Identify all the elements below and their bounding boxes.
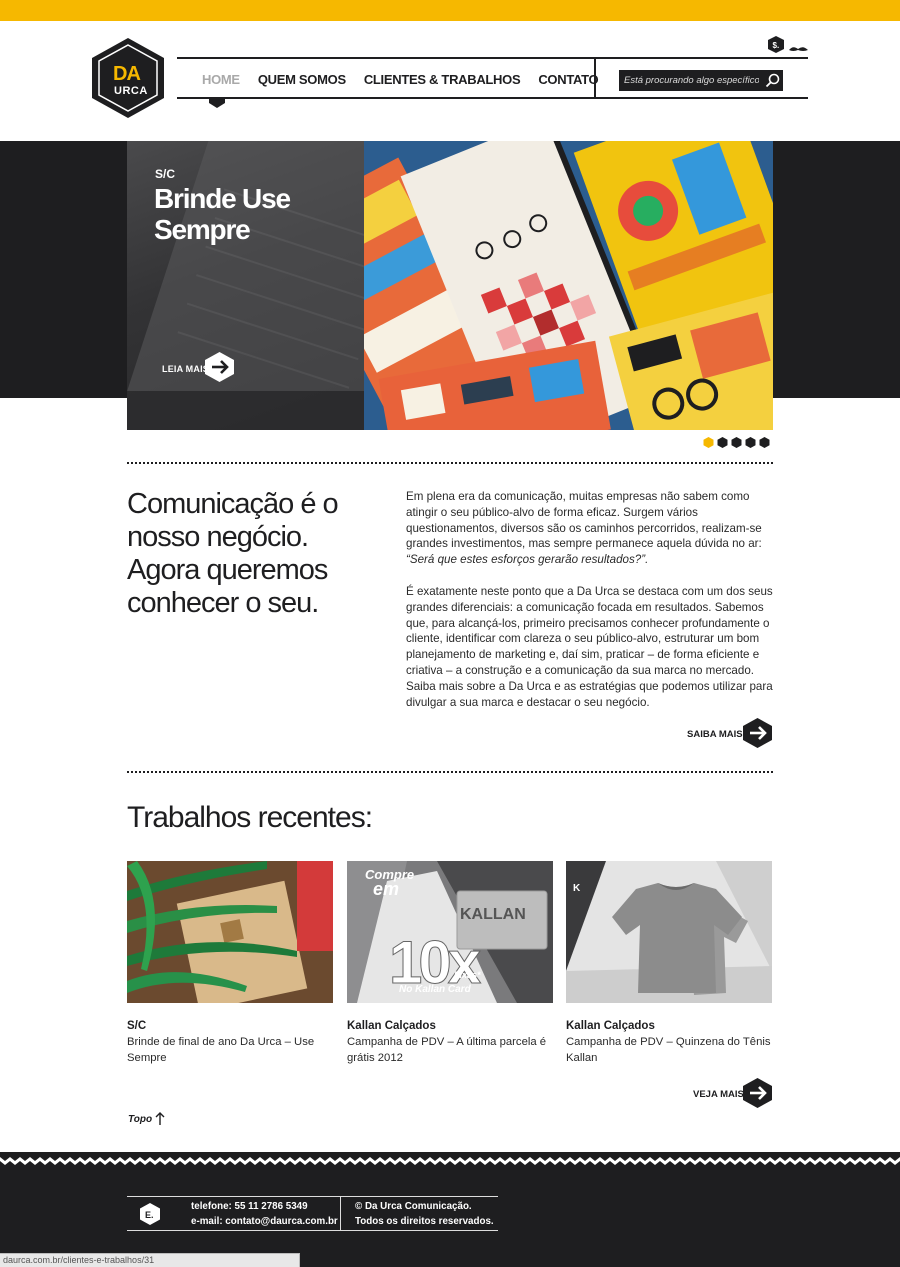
nav-quem-somos[interactable]: QUEM SOMOS <box>258 72 346 87</box>
footer-copyright: © Da Urca Comunicação. Todos os direitos… <box>355 1199 494 1229</box>
browser-status-bar: daurca.com.br/clientes-e-trabalhos/31 <box>0 1253 300 1267</box>
slide-title: Brinde Use Sempre <box>154 183 291 245</box>
svg-text:$.: $. <box>773 41 780 50</box>
work-card[interactable]: KALLAN Compre em 10x Fixas* No Kallan Ca… <box>347 861 553 1066</box>
footer-badge-letter: E. <box>145 1210 154 1220</box>
search-input[interactable] <box>619 70 759 91</box>
work-card[interactable]: S/C Brinde de final de ano Da Urca – Use… <box>127 861 333 1066</box>
nav-contato[interactable]: CONTATO <box>538 72 598 87</box>
nav-rule-bottom <box>177 97 808 99</box>
work-thumbnail-image-3: K <box>566 861 772 1003</box>
footer-phone: telefone: 55 11 2786 5349 <box>191 1201 308 1212</box>
intro-paragraph-1-text: Em plena era da comunicação, muitas empr… <box>406 490 762 551</box>
svg-text:DA: DA <box>113 63 140 85</box>
slider-dot-5[interactable] <box>759 437 770 448</box>
footer-copyright-line-2: Todos os direitos reservados. <box>355 1216 494 1227</box>
fixas-text: Fixas* <box>454 970 481 980</box>
work-thumbnail[interactable] <box>127 861 333 1003</box>
kallan-card-line: No Kallan Card <box>399 984 472 995</box>
work-description: Campanha de PDV – A última parcela é grá… <box>347 1036 547 1064</box>
footer-rule-bottom <box>127 1230 498 1231</box>
work-card[interactable]: K Kallan Calçados Campanha de PDV – Quin… <box>566 861 772 1066</box>
kallan-card-brand: KALLAN <box>460 906 526 923</box>
work-client: Kallan Calçados <box>566 1020 655 1032</box>
intro-headline: Comunicação é o nosso negócio. Agora que… <box>127 488 339 619</box>
section-divider <box>127 771 773 773</box>
nav-active-indicator <box>209 99 225 108</box>
slider-pagination <box>703 437 770 448</box>
intro-quote: “Será que estes esforços gerarão resulta… <box>406 553 649 567</box>
main-nav: HOME QUEM SOMOS CLIENTES & TRABALHOS CON… <box>202 72 616 87</box>
top-icons: $. <box>768 36 808 53</box>
work-thumbnail-image-2: KALLAN Compre em 10x Fixas* No Kallan Ca… <box>347 861 553 1003</box>
footer-rule-top <box>127 1196 498 1197</box>
veja-mais-arrow-icon[interactable] <box>741 1077 774 1109</box>
footer-zigzag-border <box>0 1152 900 1170</box>
work-description: Brinde de final de ano Da Urca – Use Sem… <box>127 1036 315 1064</box>
featured-slide[interactable]: S/C Brinde Use Sempre LEIA MAIS <box>127 141 773 430</box>
search-icon[interactable] <box>764 72 781 89</box>
nav-home[interactable]: HOME <box>202 72 240 87</box>
top-accent-bar <box>0 0 900 21</box>
arrow-up-icon[interactable] <box>155 1112 165 1125</box>
slide-caption-panel: S/C Brinde Use Sempre LEIA MAIS <box>127 141 364 430</box>
slide-notebooks-photo <box>364 141 773 430</box>
dollar-badge-icon: $. <box>768 36 784 53</box>
slide-photo-illustration <box>364 141 773 430</box>
nav-clientes-trabalhos[interactable]: CLIENTES & TRABALHOS <box>364 72 521 87</box>
work-thumbnail[interactable]: KALLAN Compre em 10x Fixas* No Kallan Ca… <box>347 861 553 1003</box>
work-client: S/C <box>127 1020 147 1032</box>
mustache-icon <box>789 47 808 51</box>
work-thumbnail[interactable]: K <box>566 861 772 1003</box>
search-box <box>619 70 783 91</box>
slider-dot-4[interactable] <box>745 437 756 448</box>
leia-mais-arrow-icon[interactable] <box>203 351 236 383</box>
saiba-mais-arrow-icon[interactable] <box>741 717 774 749</box>
slider-dot-1[interactable] <box>703 437 714 448</box>
footer-email[interactable]: e-mail: contato@daurca.com.br <box>191 1214 338 1229</box>
intro-paragraph-2: É exatamente neste ponto que a Da Urca s… <box>406 584 773 709</box>
work-thumbnail-image-1 <box>127 861 333 1003</box>
recent-works-title: Trabalhos recentes: <box>127 801 373 834</box>
da-urca-logo[interactable]: DA URCA <box>89 36 167 120</box>
veja-mais-label[interactable]: VEJA MAIS <box>693 1089 744 1100</box>
footer-badge-icon: E. <box>140 1203 160 1225</box>
nav-rule-top <box>177 57 808 59</box>
slider-dot-3[interactable] <box>731 437 742 448</box>
work-description: Campanha de PDV – Quinzena do Tênis Kall… <box>566 1036 771 1064</box>
slide-subtitle: S/C <box>155 167 176 181</box>
footer-divider <box>340 1196 341 1230</box>
section-divider <box>127 462 773 464</box>
svg-text:URCA: URCA <box>114 85 148 97</box>
work-client: Kallan Calçados <box>347 1020 436 1032</box>
footer-copyright-line-1: © Da Urca Comunicação. <box>355 1201 472 1212</box>
saiba-mais-label[interactable]: SAIBA MAIS <box>687 729 743 740</box>
footer-contact: telefone: 55 11 2786 5349 e-mail: contat… <box>191 1199 338 1229</box>
leia-mais-label[interactable]: LEIA MAIS <box>162 364 209 374</box>
em-text: em <box>373 879 399 899</box>
back-to-top-link[interactable]: Topo <box>128 1114 152 1125</box>
slider-dot-2[interactable] <box>717 437 728 448</box>
intro-copy: Em plena era da comunicação, muitas empr… <box>406 489 774 726</box>
intro-paragraph-1: Em plena era da comunicação, muitas empr… <box>406 489 774 568</box>
svg-text:K: K <box>573 883 581 894</box>
